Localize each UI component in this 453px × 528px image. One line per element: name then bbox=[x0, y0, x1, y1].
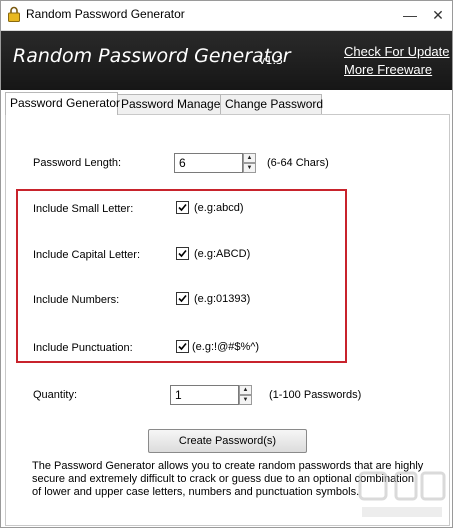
capital-letter-example: (e.g:ABCD) bbox=[194, 248, 251, 260]
header-banner: Random Password Generator v1.3 Check For… bbox=[1, 31, 452, 90]
watermark-logo-icon bbox=[358, 471, 446, 517]
option-numbers-label: Include Numbers: bbox=[33, 294, 120, 306]
app-name-heading: Random Password Generator bbox=[13, 45, 291, 67]
more-freeware-link[interactable]: More Freeware bbox=[344, 62, 432, 77]
version-label: v1.3 bbox=[259, 54, 284, 67]
option-punctuation-label: Include Punctuation: bbox=[33, 342, 133, 354]
check-icon bbox=[178, 249, 187, 258]
password-length-input[interactable]: 6 bbox=[174, 153, 243, 173]
tab-change-password[interactable]: Change Password bbox=[220, 94, 323, 114]
punctuation-checkbox[interactable] bbox=[176, 340, 189, 353]
spin-down-icon[interactable]: ▼ bbox=[239, 395, 252, 405]
check-icon bbox=[178, 203, 187, 212]
spin-up-icon[interactable]: ▲ bbox=[239, 385, 252, 395]
option-small-letter-label: Include Small Letter: bbox=[33, 203, 134, 215]
option-capital-letter-label: Include Capital Letter: bbox=[33, 249, 141, 261]
minimize-button[interactable]: — bbox=[396, 4, 424, 26]
capital-letter-checkbox[interactable] bbox=[176, 247, 189, 260]
close-button[interactable]: ✕ bbox=[424, 4, 452, 26]
check-for-update-link[interactable]: Check For Update bbox=[344, 44, 450, 59]
options-highlight-box bbox=[16, 189, 347, 363]
title-bar[interactable]: Random Password Generator — ✕ bbox=[1, 1, 452, 31]
window-title: Random Password Generator bbox=[26, 7, 185, 21]
tab-password-generator[interactable]: Password Generator bbox=[5, 92, 120, 115]
quantity-input[interactable]: 1 bbox=[170, 385, 239, 405]
app-window: Random Password Generator — ✕ Random Pas… bbox=[0, 0, 453, 528]
check-icon bbox=[178, 294, 187, 303]
password-length-hint: (6-64 Chars) bbox=[267, 157, 329, 169]
spin-up-icon[interactable]: ▲ bbox=[243, 153, 256, 163]
lock-icon bbox=[8, 6, 20, 22]
quantity-hint: (1-100 Passwords) bbox=[269, 389, 362, 401]
numbers-checkbox[interactable] bbox=[176, 292, 189, 305]
password-length-label: Password Length: bbox=[33, 157, 122, 169]
check-icon bbox=[178, 342, 187, 351]
quantity-spinner[interactable]: ▲ ▼ bbox=[239, 385, 252, 405]
quantity-label: Quantity: bbox=[33, 389, 78, 401]
small-letter-example: (e.g:abcd) bbox=[194, 202, 244, 214]
create-passwords-button[interactable]: Create Password(s) bbox=[148, 429, 307, 453]
punctuation-example: (e.g:!@#$%^) bbox=[192, 341, 260, 353]
numbers-example: (e.g:01393) bbox=[194, 293, 251, 305]
password-length-spinner[interactable]: ▲ ▼ bbox=[243, 153, 256, 173]
spin-down-icon[interactable]: ▼ bbox=[243, 163, 256, 173]
tab-password-manager[interactable]: Password Manager bbox=[116, 94, 224, 114]
small-letter-checkbox[interactable] bbox=[176, 201, 189, 214]
